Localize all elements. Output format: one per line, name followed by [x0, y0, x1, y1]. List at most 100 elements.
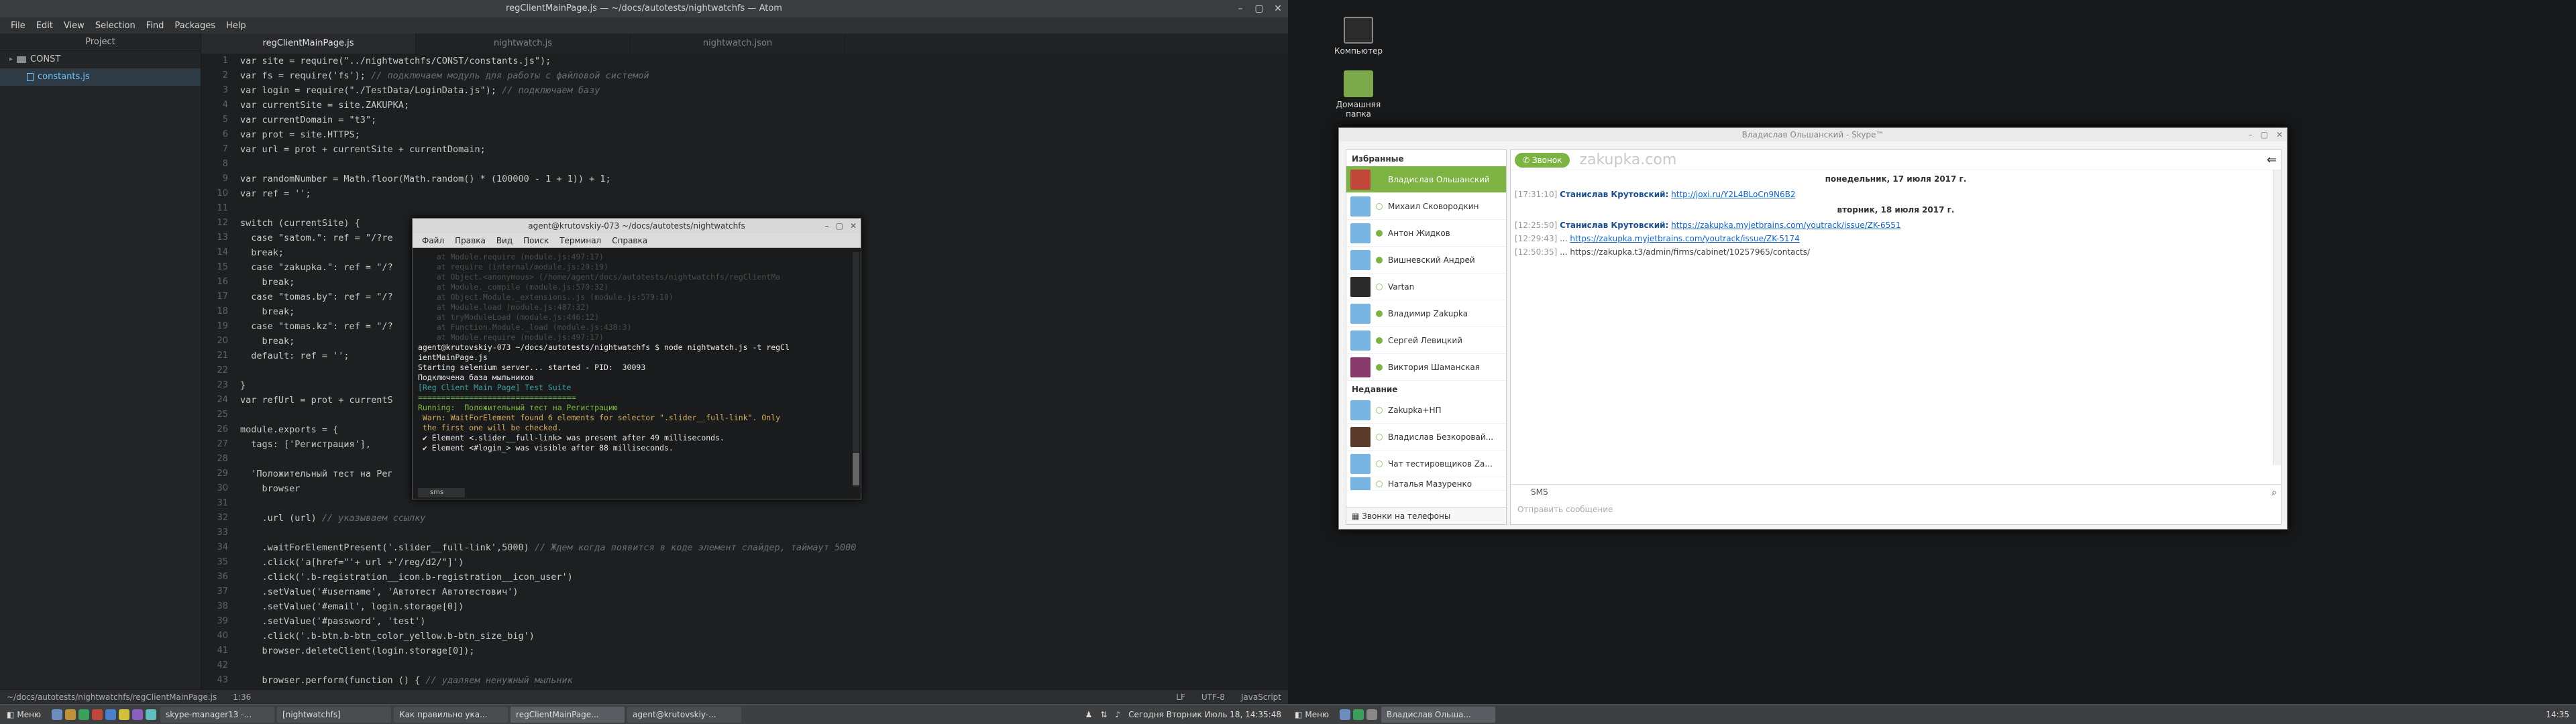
network-icon[interactable]: ⇅	[1100, 710, 1107, 719]
launcher-icon[interactable]	[52, 709, 63, 720]
launcher-icon[interactable]	[65, 709, 76, 720]
code-line[interactable]: var randomNumber = Math.floor(Math.rando…	[240, 172, 1287, 186]
task-atom[interactable]: regClientMainPage...	[511, 706, 625, 723]
menu-selection[interactable]: Selection	[90, 21, 141, 31]
code-line[interactable]: var currentDomain = "t3";	[240, 113, 1287, 127]
terminal-menu-help[interactable]: Справка	[606, 236, 653, 245]
code-line[interactable]: var fs = require('fs'); // подключаем мо…	[240, 68, 1287, 83]
terminal-menu-edit[interactable]: Правка	[449, 236, 491, 245]
start-menu-button[interactable]: ◧ Меню	[0, 710, 48, 719]
scrollbar-thumb[interactable]	[853, 453, 859, 485]
code-line[interactable]: .setValue('#username', 'Автотест Автотес…	[240, 585, 1287, 599]
code-line[interactable]	[240, 157, 1287, 172]
launcher-icon[interactable]	[146, 709, 157, 720]
tree-folder-const[interactable]: ▸ CONST	[0, 51, 201, 68]
code-line[interactable]	[240, 201, 1287, 216]
code-line[interactable]: var prot = site.HTTPS;	[240, 127, 1287, 142]
code-line[interactable]: var login = require("./TestData/LoginDat…	[240, 83, 1287, 98]
launcher-icon[interactable]	[1340, 709, 1351, 720]
task-terminal[interactable]: agent@krutovskiy-...	[627, 706, 742, 723]
recent-contact-item[interactable]: Чат тестировщиков Za...	[1346, 450, 1506, 477]
user-icon[interactable]: ♟	[1085, 710, 1093, 719]
menu-file[interactable]: File	[5, 21, 31, 31]
task-nightwatchfs[interactable]: [nightwatchfs]	[277, 706, 392, 723]
message-link[interactable]: https://zakupka.myjetbrains.com/youtrack…	[1570, 234, 1799, 243]
status-path[interactable]: ~/docs/autotests/nightwatchfs/regClientM…	[7, 692, 217, 702]
contact-item[interactable]: Владислав Ольшанский	[1346, 166, 1506, 193]
terminal-menu-terminal[interactable]: Терминал	[554, 236, 606, 245]
back-arrow-icon[interactable]: ⇐	[2267, 153, 2277, 167]
menu-view[interactable]: View	[58, 21, 90, 31]
clock[interactable]: Сегодня Вторник Июль 18, 14:35:48	[1128, 710, 1281, 719]
tab-nightwatch-js[interactable]: nightwatch.js	[416, 34, 631, 54]
code-line[interactable]: .click('a[href="'+ url +'/reg/d2/"]')	[240, 555, 1287, 570]
code-line[interactable]: var url = prot + currentSite + currentDo…	[240, 142, 1287, 157]
code-line[interactable]: .waitForElementPresent('.slider__full-li…	[240, 540, 1287, 555]
terminal-output[interactable]: at Module.require (module.js:497:17) at …	[418, 252, 845, 487]
code-line[interactable]	[240, 658, 1287, 673]
launcher-icon[interactable]	[1353, 709, 1364, 720]
code-line[interactable]: .click('.b-btn.b-btn_color_yellow.b-btn_…	[240, 629, 1287, 644]
contact-item[interactable]: Vartan	[1346, 274, 1506, 300]
search-icon[interactable]: ⌕	[2271, 487, 2277, 498]
minimize-icon[interactable]: –	[825, 219, 829, 233]
close-icon[interactable]: ✕	[1273, 0, 1283, 17]
terminal-menu-view[interactable]: Вид	[491, 236, 518, 245]
desktop-icon-computer[interactable]: Компьютер	[1325, 17, 1392, 56]
code-line[interactable]: .click('.b-registration__icon.b-registra…	[240, 570, 1287, 585]
chat-scrollbar[interactable]	[2273, 170, 2281, 465]
maximize-icon[interactable]: ▢	[1254, 0, 1264, 17]
status-encoding[interactable]: UTF-8	[1201, 692, 1225, 702]
contact-item[interactable]: Вишневский Андрей	[1346, 247, 1506, 274]
code-line[interactable]	[240, 526, 1287, 540]
contact-item[interactable]: Владимир Zakupka	[1346, 300, 1506, 327]
launcher-icon[interactable]	[105, 709, 117, 720]
maximize-icon[interactable]: ▢	[836, 219, 843, 233]
code-line[interactable]: browser.perform(function () { // удаляем…	[240, 673, 1287, 688]
terminal-tab[interactable]: sms	[418, 488, 465, 497]
menu-find[interactable]: Find	[141, 21, 170, 31]
recent-contact-item[interactable]: Zakupka+НП	[1346, 397, 1506, 424]
contact-item[interactable]: Сергей Левицкий	[1346, 327, 1506, 354]
launcher-icon[interactable]	[78, 709, 90, 720]
close-icon[interactable]: ✕	[850, 219, 857, 233]
message-input[interactable]: Отправить сообщение	[1511, 499, 2281, 520]
launcher-icon[interactable]	[119, 709, 130, 720]
code-line[interactable]: var currentSite = site.ZAKUPKA;	[240, 98, 1287, 113]
status-grammar[interactable]: JavaScript	[1241, 692, 1281, 702]
code-line[interactable]: .setValue('#email', login.storage[0])	[240, 599, 1287, 614]
call-phones-button[interactable]: ▦ Звонки на телефоны	[1346, 507, 1506, 524]
tab-nightwatch-json[interactable]: nightwatch.json	[631, 34, 845, 54]
task-skype-manager[interactable]: skype-manager13 -...	[160, 706, 275, 723]
terminal-menu-file[interactable]: Файл	[417, 236, 449, 245]
code-line[interactable]: var site = require("../nightwatchfs/CONS…	[240, 54, 1287, 68]
menu-edit[interactable]: Edit	[31, 21, 58, 31]
desktop-icon-home[interactable]: Домашняя папка	[1325, 70, 1392, 119]
task-browser[interactable]: Как правильно ука...	[394, 706, 508, 723]
status-cursor[interactable]: 1:36	[233, 692, 251, 702]
code-line[interactable]: var ref = '';	[240, 186, 1287, 201]
contact-item[interactable]: Виктория Шаманская	[1346, 354, 1506, 381]
call-button[interactable]: ✆ Звонок	[1515, 152, 1570, 168]
volume-icon[interactable]: ♪	[1115, 710, 1120, 719]
code-line[interactable]: browser.deleteClient(login.storage[0]);	[240, 644, 1287, 658]
minimize-icon[interactable]: –	[1236, 0, 1245, 17]
start-menu-button[interactable]: ◧ Меню	[1288, 710, 1336, 719]
tab-regclientmainpage[interactable]: regClientMainPage.js	[201, 34, 416, 54]
contact-item[interactable]: Антон Жидков	[1346, 220, 1506, 247]
terminal-menu-search[interactable]: Поиск	[518, 236, 554, 245]
minimize-icon[interactable]: –	[2249, 128, 2253, 141]
terminal-window[interactable]: agent@krutovskiy-073 ~/docs/autotests/ni…	[412, 218, 861, 499]
recent-contact-item[interactable]: Наталья Мазуренко	[1346, 477, 1506, 491]
message-link[interactable]: http://joxi.ru/Y2L4BLoCn9N6B2	[1671, 190, 1795, 199]
terminal-scrollbar[interactable]	[853, 252, 859, 487]
clock[interactable]: 14:35	[2546, 710, 2569, 719]
code-line[interactable]: .setValue('#password', 'test')	[240, 614, 1287, 629]
status-eol[interactable]: LF	[1176, 692, 1185, 702]
recent-contact-item[interactable]: Владислав Безкоровай...	[1346, 424, 1506, 450]
menu-help[interactable]: Help	[221, 21, 252, 31]
contact-item[interactable]: Михаил Сковородкин	[1346, 193, 1506, 220]
sms-mode[interactable]: SMS	[1511, 485, 2281, 499]
code-line[interactable]: .url (url) // указываем ссылку	[240, 511, 1287, 526]
message-link[interactable]: https://zakupka.myjetbrains.com/youtrack…	[1671, 221, 1900, 230]
